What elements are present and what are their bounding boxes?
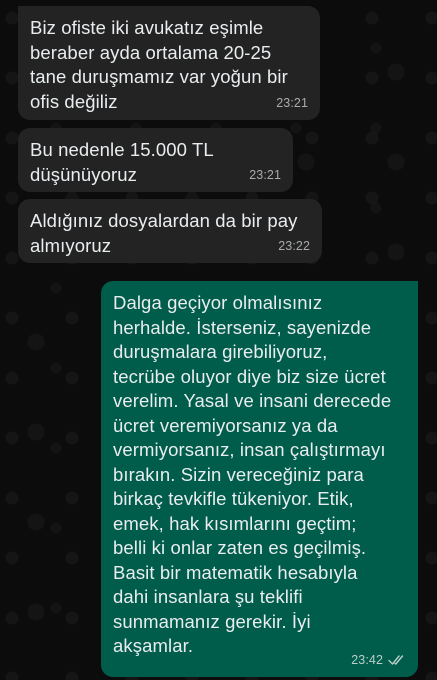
message-text: Aldığınız dosyalardan da bir pay almıyor… — [30, 210, 298, 256]
message-bubble-incoming[interactable]: Aldığınız dosyalardan da bir pay almıyor… — [18, 199, 322, 263]
message-meta: 23:22 — [278, 234, 310, 259]
message-meta: 23:42 — [351, 648, 406, 673]
message-time: 23:21 — [249, 167, 281, 182]
message-meta: 23:21 — [249, 163, 281, 188]
double-check-icon — [388, 655, 404, 665]
message-bubble-incoming[interactable]: Biz ofiste iki avukatız eşimle beraber a… — [18, 6, 320, 120]
message-bubble-incoming[interactable]: Bu nedenle 15.000 TL düşünüyoruz 23:21 — [18, 128, 293, 192]
message-text: Biz ofiste iki avukatız eşimle beraber a… — [30, 17, 288, 112]
message-time: 23:22 — [278, 238, 310, 253]
message-meta: 23:21 — [276, 91, 308, 116]
message-text: Bu nedenle 15.000 TL düşünüyoruz — [30, 139, 214, 185]
message-bubble-outgoing[interactable]: Dalga geçiyor olmalısınız herhalde. İste… — [101, 281, 418, 677]
message-time: 23:42 — [351, 652, 383, 667]
message-text: Dalga geçiyor olmalısınız herhalde. İste… — [113, 292, 392, 656]
message-time: 23:21 — [276, 95, 308, 110]
